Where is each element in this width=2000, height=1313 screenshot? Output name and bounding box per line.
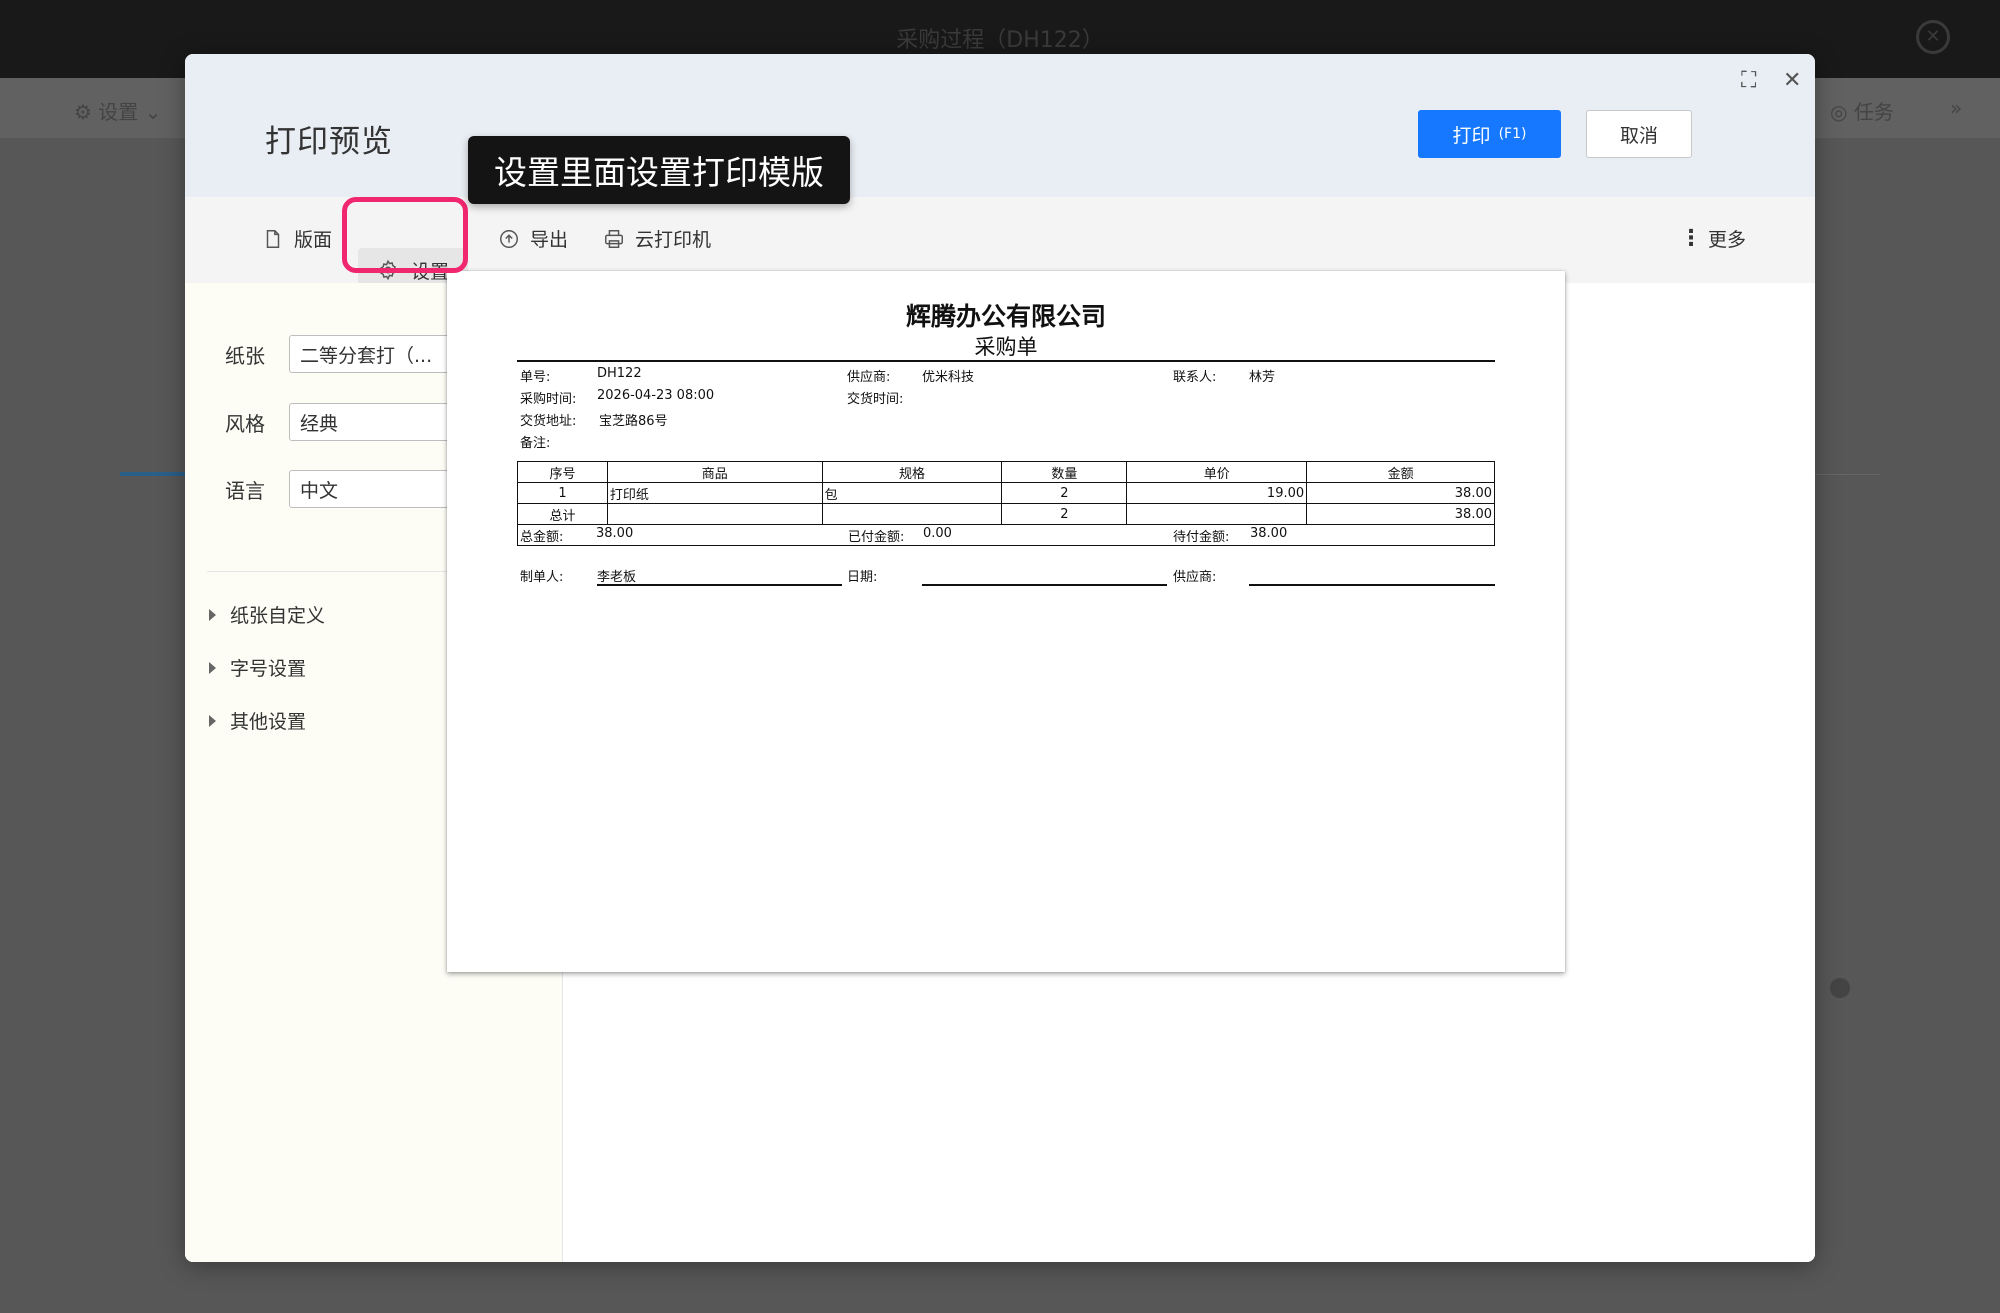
background-dot [1830,978,1850,998]
row-number: 1 [517,482,608,504]
contact-label: 联系人: [1173,370,1217,385]
delivery-time-label: 交货时间: [847,392,904,407]
font-size-label: 字号设置 [230,658,307,680]
table-header-row: 序号 商品 规格 数量 单价 金额 [517,461,1495,483]
dialog-title: 打印预览 [265,124,393,160]
order-no-value: DH122 [597,366,642,381]
supplier-signature-line [1249,584,1495,586]
document-type: 采购单 [974,335,1038,359]
delivery-address-label: 交货地址: [520,414,577,429]
font-size-section[interactable]: 字号设置 [209,654,306,681]
column-header: 金额 [1306,461,1495,483]
caret-right-icon [209,714,216,727]
paid-amount-value: 0.00 [923,526,952,541]
supplier-sign-label: 供应商: [1173,570,1217,585]
paper-label: 纸张 [225,343,265,368]
caret-right-icon [209,608,216,621]
background-settings-label: 设置 [98,100,139,124]
print-page: 辉腾办公有限公司 采购单 单号: DH122 供应商: 优米科技 联系人: 林芳… [447,271,1565,972]
fullscreen-icon[interactable]: ⛶ [1741,68,1756,93]
paper-select-value: 二等分套打（... [300,344,433,367]
background-tab-indicator [120,472,190,476]
document-icon [266,229,280,248]
more-label: 更多 [1708,229,1747,251]
row-amount: 38.00 [1306,482,1495,504]
row-unit-price: 19.00 [1126,482,1308,504]
purchase-time-value: 2026-04-23 08:00 [597,388,715,403]
cloud-printer-tool[interactable]: 云打印机 [603,225,711,252]
date-label: 日期: [847,570,878,585]
print-button[interactable]: 打印 (F1) [1418,110,1561,158]
supplier-label: 供应商: [847,370,891,385]
total-empty-cell [821,503,1003,525]
print-shortcut: (F1) [1498,126,1527,142]
background-task-label: 任务 [1853,100,1894,124]
column-header: 商品 [606,461,823,483]
paid-amount-label: 已付金额: [848,530,905,545]
total-amount: 38.00 [1306,503,1495,525]
maker-value: 李老板 [597,570,637,585]
contact-value: 林芳 [1249,370,1276,385]
column-header: 数量 [1001,461,1128,483]
layout-tool[interactable]: 版面 [262,225,332,252]
export-tool[interactable]: 导出 [498,225,568,252]
row-quantity: 2 [1001,482,1128,504]
upload-icon [500,229,518,248]
purchase-time-label: 采购时间: [520,392,577,407]
settings-highlight-frame [342,197,468,273]
column-header: 序号 [517,461,608,483]
order-no-label: 单号: [520,370,551,385]
language-select-value: 中文 [300,479,339,502]
total-amount-label: 总金额: [520,530,564,545]
settings-tooltip: 设置里面设置打印模版 [468,136,850,204]
delivery-address-value: 宝芝路86号 [599,414,668,429]
background-settings-tool: ⚙ 设置 ⌄ [74,100,162,124]
background-expand-icon: » [1950,96,1963,120]
background-close-icon: ✕ [1916,20,1950,54]
export-label: 导出 [530,229,569,251]
remark-label: 备注: [520,436,551,451]
cloud-printer-label: 云打印机 [635,229,712,251]
table-row: 1 打印纸 包 2 19.00 38.00 [517,482,1495,504]
layout-label: 版面 [294,229,333,251]
total-empty-cell [606,503,823,525]
style-label: 风格 [225,411,265,436]
printer-icon [605,229,623,248]
maker-label: 制单人: [520,570,564,585]
summary-row: 总金额: 38.00 已付金额: 0.00 待付金额: 38.00 [517,524,1495,546]
due-amount-value: 38.00 [1250,526,1288,541]
summary-cell: 总金额: 38.00 已付金额: 0.00 待付金额: 38.00 [517,524,1495,546]
row-product: 打印纸 [606,482,823,504]
total-amount-value: 38.00 [596,526,634,541]
print-button-label: 打印 [1452,124,1491,147]
background-window-title: 采购过程（DH122） [896,28,1104,53]
paper-custom-label: 纸张自定义 [230,605,326,627]
total-quantity: 2 [1001,503,1128,525]
header-rule [517,360,1495,362]
due-amount-label: 待付金额: [1173,530,1230,545]
date-line [922,584,1167,586]
background-task-tool: ◎ 任务 [1830,100,1894,124]
close-icon[interactable]: ✕ [1783,68,1801,93]
row-spec: 包 [821,482,1003,504]
other-settings-section[interactable]: 其他设置 [209,707,306,734]
dialog-header: 打印预览 ⛶ ✕ 打印 (F1) 取消 [185,54,1815,197]
caret-right-icon [209,661,216,674]
cancel-button[interactable]: 取消 [1586,110,1692,158]
total-label: 总计 [517,503,608,525]
total-empty-cell [1126,503,1308,525]
maker-signature-line [597,584,842,586]
style-select-value: 经典 [300,412,339,435]
items-table: 序号 商品 规格 数量 单价 金额 1 打印纸 包 2 19.00 38.00 … [517,461,1495,546]
company-name: 辉腾办公有限公司 [905,302,1106,331]
column-header: 单价 [1126,461,1308,483]
more-tool[interactable]: ⋮ 更多 [1680,225,1746,252]
paper-custom-section[interactable]: 纸张自定义 [209,601,325,628]
supplier-value: 优米科技 [922,370,975,385]
language-label: 语言 [225,478,265,503]
more-icon: ⋮ [1680,226,1702,251]
other-settings-label: 其他设置 [230,711,307,733]
total-row: 总计 2 38.00 [517,503,1495,525]
column-header: 规格 [821,461,1003,483]
